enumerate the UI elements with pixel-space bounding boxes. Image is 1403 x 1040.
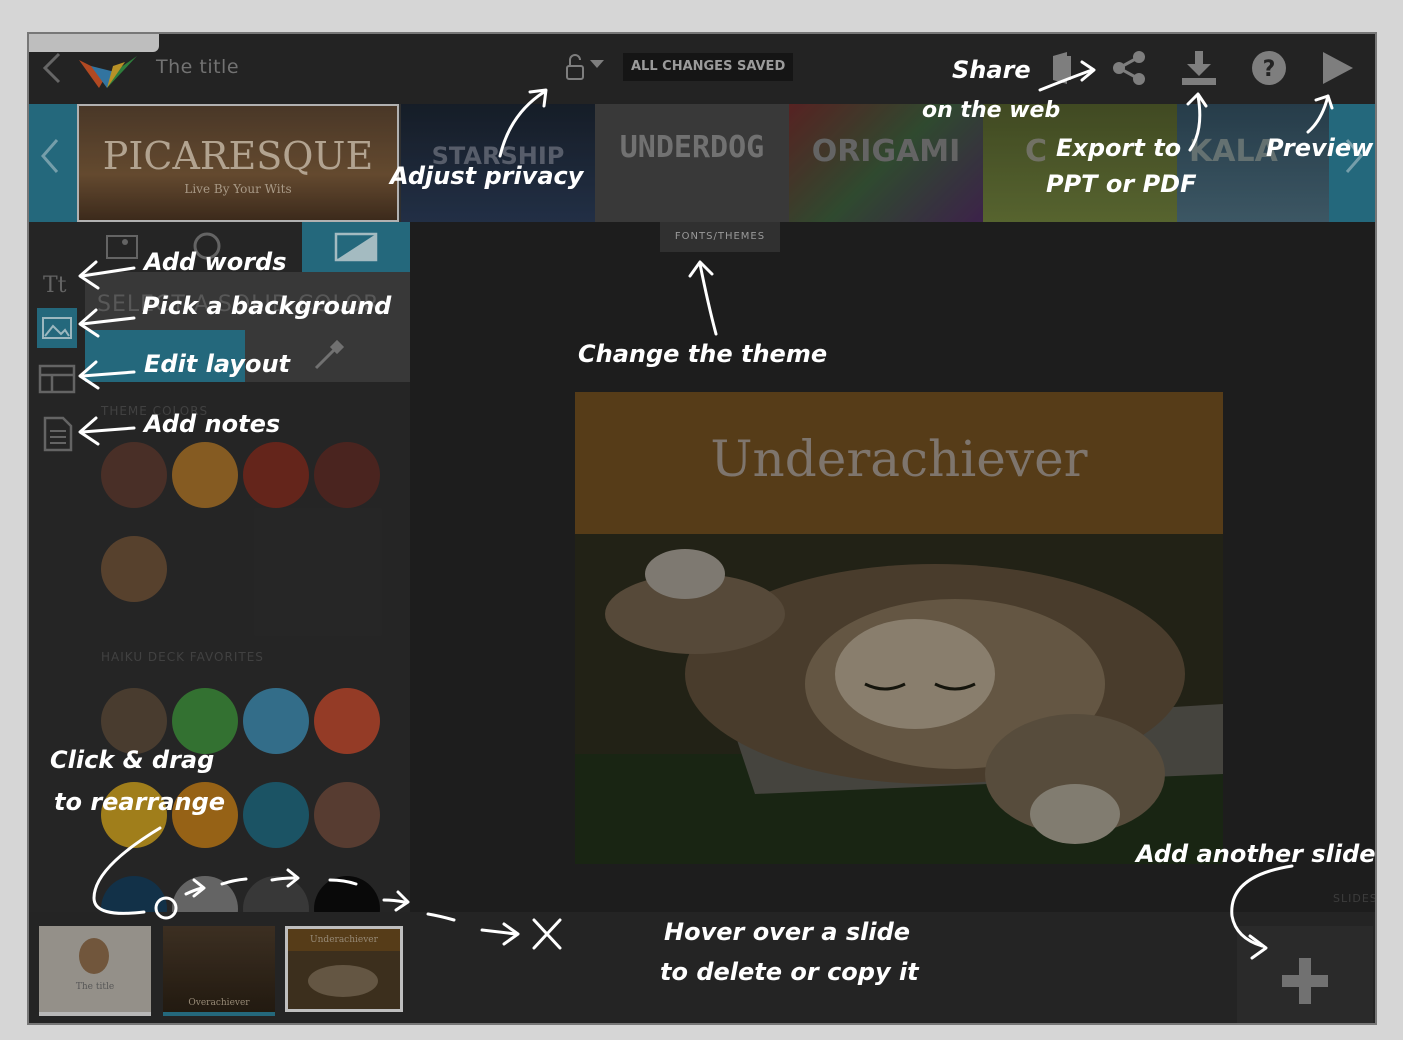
annotation-hover-line2: to delete or copy it: [660, 958, 919, 986]
annotation-theme: Change the theme: [578, 340, 828, 368]
annotation-drag-line1: Click & drag: [50, 746, 215, 774]
annotation-privacy: Adjust privacy: [390, 162, 584, 190]
annotation-share: Share: [952, 56, 1031, 84]
annotation-export-line1: Export to: [1056, 134, 1182, 162]
annotation-hover-line1: Hover over a slide: [664, 918, 911, 946]
annotation-drag-line2: to rearrange: [54, 788, 226, 816]
annotation-another-slide: Add another slide: [1136, 840, 1376, 868]
annotation-layout: Edit layout: [144, 350, 291, 378]
annotation-preview: Preview: [1266, 134, 1374, 162]
annotation-arrows: [78, 60, 1334, 960]
annotation-words: Add words: [144, 248, 287, 276]
annotation-background: Pick a background: [142, 292, 392, 320]
annotation-notes: Add notes: [144, 410, 281, 438]
annotation-export-line2: PPT or PDF: [1046, 170, 1197, 198]
annotation-share-web: on the web: [922, 98, 1061, 123]
